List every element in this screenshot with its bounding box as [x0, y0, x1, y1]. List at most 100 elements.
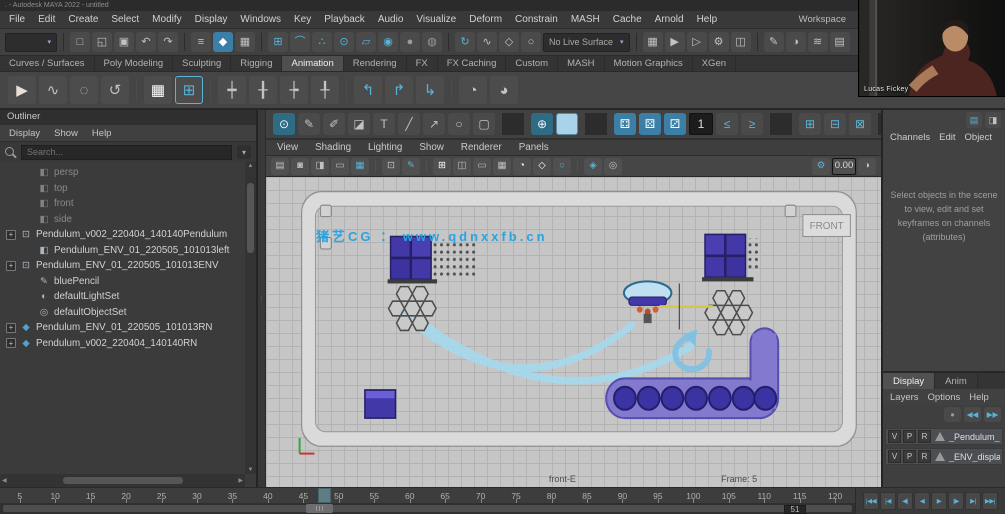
hotbox-controls-icon[interactable]: ▤	[830, 32, 850, 52]
anim-swirl-icon[interactable]: ↺	[101, 76, 129, 104]
exposure-field[interactable]: 0.00	[832, 158, 856, 175]
snap-point-icon[interactable]: ∴	[312, 32, 332, 52]
viewport-menu-item[interactable]: Lighting	[368, 142, 402, 153]
bp-target-icon[interactable]: ⊕	[531, 113, 553, 135]
shelf-tab-poly-modeling[interactable]: Poly Modeling	[95, 56, 174, 71]
retime-key-icon[interactable]: ↳	[416, 76, 444, 104]
layer-editor-menu-item[interactable]: Options	[928, 392, 961, 403]
bp-pencil-icon[interactable]: ✎	[298, 113, 320, 135]
safe-action-icon[interactable]: ◇	[533, 158, 551, 175]
frame-tick[interactable]: 20	[108, 491, 143, 501]
menu-item[interactable]: Audio	[378, 14, 404, 25]
viewport-bar-icon[interactable]	[426, 159, 427, 173]
channel-box-menu-item[interactable]: Object	[965, 132, 992, 147]
exposure-gear-icon[interactable]: ⚙	[812, 158, 830, 175]
move-key-right-icon[interactable]: ↱	[385, 76, 413, 104]
frame-tick[interactable]: 110	[747, 491, 782, 501]
shelf-tab-fx-caching[interactable]: FX Caching	[438, 56, 507, 71]
layer-playback-toggle[interactable]: P	[903, 430, 916, 443]
step-back-key-button[interactable]: ◀|	[897, 492, 913, 510]
frame-tick[interactable]: 115	[782, 491, 817, 501]
play-forwards-button[interactable]: ▶	[931, 492, 947, 510]
layer-visibility-toggle[interactable]: V	[888, 450, 901, 463]
frame-tick[interactable]: 60	[392, 491, 427, 501]
menu-item[interactable]: Visualize	[416, 14, 456, 25]
frame-tick[interactable]: 50	[321, 491, 356, 501]
range-track[interactable]: 51	[3, 505, 852, 512]
menu-item[interactable]: Select	[111, 14, 139, 25]
frame-selection-icon[interactable]: ◎	[604, 158, 622, 175]
viewport-bar-icon[interactable]	[375, 159, 376, 173]
time-slider[interactable]: 5101520253035404550556065707580859095100…	[0, 487, 855, 503]
grid-toggle-icon[interactable]: ⊞	[433, 158, 451, 175]
image-plane-icon[interactable]: ▦	[351, 158, 369, 175]
bp-marker-icon[interactable]: ✐	[323, 113, 345, 135]
shelf-icon[interactable]	[210, 78, 211, 102]
step-forward-key-button[interactable]: |▶	[948, 492, 964, 510]
select-object-icon[interactable]: ◆	[213, 32, 233, 52]
frame-tick[interactable]: 105	[711, 491, 746, 501]
menu-item[interactable]: Deform	[469, 14, 502, 25]
layer-dot-icon[interactable]: ●	[944, 407, 961, 422]
grid-layout-icon[interactable]: ⊞	[175, 76, 203, 104]
outliner-item-default-light-set[interactable]: ◐ defaultLightSet	[0, 289, 244, 305]
layer-color-swatch[interactable]	[935, 432, 945, 441]
frame-tick[interactable]: 10	[37, 491, 72, 501]
range-slider[interactable]: 51	[0, 503, 855, 514]
render-settings-icon[interactable]: ⚙	[709, 32, 729, 52]
set-breakdown-icon[interactable]: ╂	[249, 76, 277, 104]
bp-arrow-icon[interactable]: ↗	[423, 113, 445, 135]
safe-title-icon[interactable]: ○	[553, 158, 571, 175]
grease-pencil-icon[interactable]: ✎	[402, 158, 420, 175]
evaluation-icon[interactable]: ○	[521, 32, 541, 52]
ipr-render-icon[interactable]: ▷	[687, 32, 707, 52]
frame-all-icon[interactable]: ◈	[584, 158, 602, 175]
layer-display-type-toggle[interactable]: R	[918, 450, 931, 463]
outliner-item-env-rn[interactable]: + ◆ Pendulum_ENV_01_220505_101013RN	[0, 320, 244, 336]
channel-box-tab-icon[interactable]: ▤	[966, 112, 982, 128]
outliner-item-pendulum[interactable]: + ⊡ Pendulum_v002_220404_140140Pendulum	[0, 227, 244, 243]
layer-row-env[interactable]: V P R _ENV_display	[885, 448, 1003, 465]
make-live-icon[interactable]: ◉	[378, 32, 398, 52]
menu-item[interactable]: Key	[294, 14, 311, 25]
bp-rect-icon[interactable]: ▢	[473, 113, 495, 135]
outliner-item-env[interactable]: + ⊡ Pendulum_ENV_01_220505_101013ENV	[0, 258, 244, 274]
frame-tick[interactable]: 45	[286, 491, 321, 501]
bp-eraser-icon[interactable]: ◪	[348, 113, 370, 135]
expander-icon[interactable]	[24, 183, 34, 193]
channel-box-menu-item[interactable]: Edit	[939, 132, 955, 147]
render-current-frame-icon[interactable]: ▶	[665, 32, 685, 52]
scrollbar-thumb[interactable]	[247, 183, 254, 253]
menu-item[interactable]: Edit	[38, 14, 55, 25]
shelf-icon[interactable]	[136, 78, 137, 102]
outliner-horizontal-scrollbar[interactable]: ◀ ▶	[0, 474, 245, 487]
expander-icon[interactable]	[24, 245, 34, 255]
frame-tick[interactable]: 95	[640, 491, 675, 501]
resolution-gate-icon[interactable]: ▭	[473, 158, 491, 175]
menu-item[interactable]: Modify	[152, 14, 181, 25]
live-surface-dropdown[interactable]: No Live Surface ▾	[543, 33, 630, 52]
channel-box-menu-item[interactable]: Channels	[890, 132, 930, 147]
search-input[interactable]	[21, 145, 232, 160]
camera-attributes-icon[interactable]: ◨	[311, 158, 329, 175]
expander-icon[interactable]	[24, 307, 34, 317]
layer-row-pendulum[interactable]: V P R _Pendulum_1	[885, 428, 1003, 445]
bp-line-icon[interactable]: ╱	[398, 113, 420, 135]
menu-item[interactable]: Create	[68, 14, 98, 25]
select-hierarchy-icon[interactable]: ≡	[191, 32, 211, 52]
layer-editor-menu-item[interactable]: Layers	[890, 392, 919, 403]
frame-tick[interactable]: 75	[498, 491, 533, 501]
bp-add-frame-icon[interactable]: ⊞	[799, 113, 821, 135]
open-scene-icon[interactable]: ◱	[92, 32, 112, 52]
shelf-tab-fx[interactable]: FX	[407, 56, 438, 71]
render-setup-icon[interactable]: ◫	[731, 32, 751, 52]
step-back-frame-button[interactable]: |◀	[880, 492, 896, 510]
menu-item[interactable]: Display	[195, 14, 228, 25]
frame-tick[interactable]: 70	[463, 491, 498, 501]
blue-pencil-icon[interactable]	[770, 113, 792, 135]
frame-tick[interactable]: 90	[605, 491, 640, 501]
frame-tick[interactable]: 85	[569, 491, 604, 501]
outliner-item-side[interactable]: ◧ side	[0, 212, 244, 228]
shelf-tab-rendering[interactable]: Rendering	[344, 56, 407, 71]
viewport-bar-icon[interactable]	[577, 159, 578, 173]
